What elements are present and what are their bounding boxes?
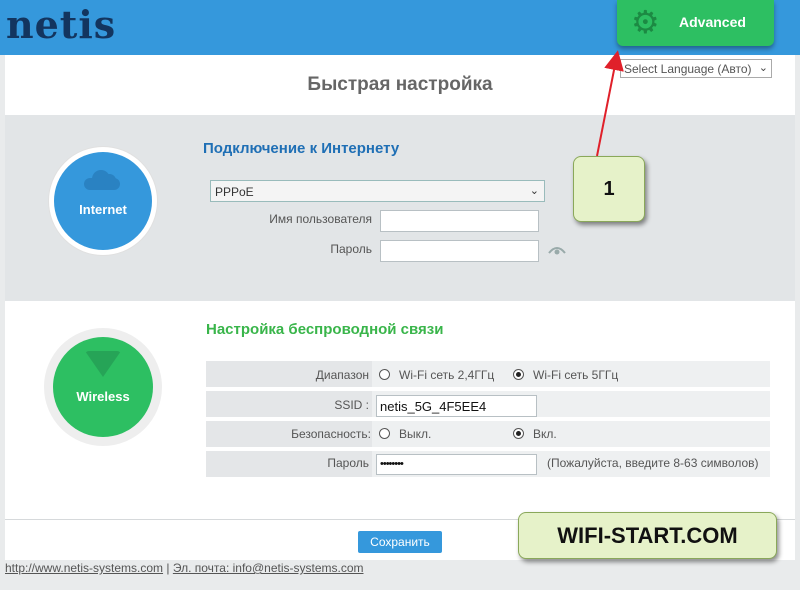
step-callout: 1 bbox=[573, 156, 645, 222]
annotation-arrow bbox=[596, 50, 624, 157]
watermark-callout: WIFI-START.COM bbox=[518, 512, 777, 559]
